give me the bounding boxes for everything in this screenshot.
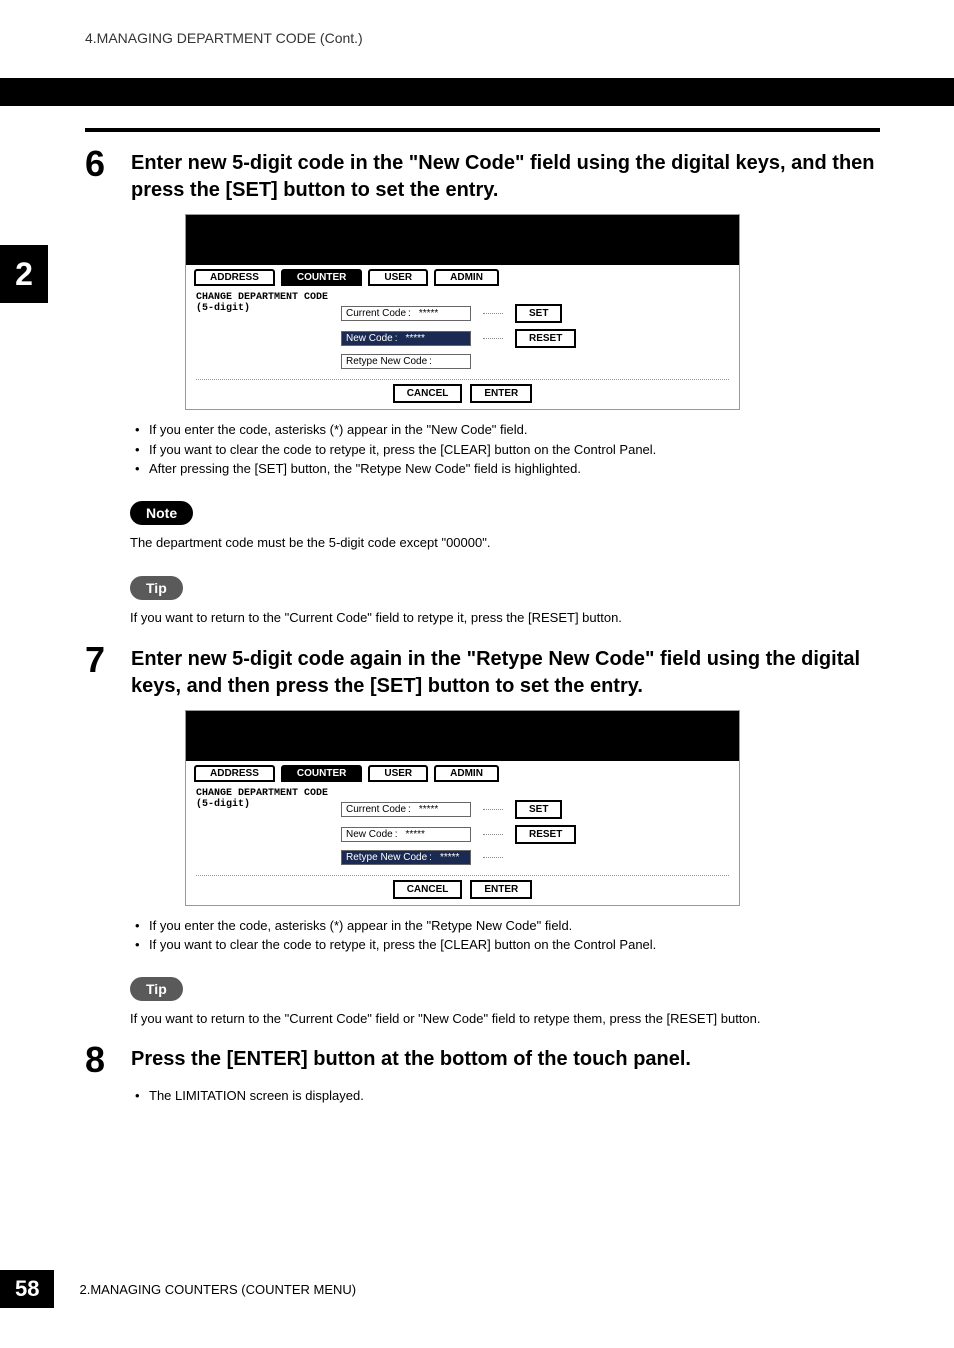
ui-tabs: ADDRESS COUNTER USER ADMIN: [186, 761, 739, 782]
enter-button[interactable]: ENTER: [470, 880, 532, 899]
tab-counter[interactable]: COUNTER: [281, 269, 362, 286]
ui-bottom-buttons: CANCEL ENTER: [196, 875, 729, 903]
tab-address[interactable]: ADDRESS: [194, 269, 275, 286]
step-number: 8: [85, 1042, 113, 1078]
page-content: 6 Enter new 5-digit code in the "New Cod…: [85, 128, 880, 1118]
enter-button[interactable]: ENTER: [470, 384, 532, 403]
new-code-field[interactable]: New Code:*****: [341, 331, 471, 346]
row-current: Current Code:***** SET: [341, 304, 729, 323]
field-label: New Code: [346, 333, 393, 344]
bullet: The LIMITATION screen is displayed.: [135, 1086, 880, 1106]
ui-body: CHANGE DEPARTMENT CODE (5-digit) Current…: [186, 286, 739, 409]
step-8: 8 Press the [ENTER] button at the bottom…: [85, 1042, 880, 1078]
field-label: Current Code: [346, 804, 406, 815]
row-new: New Code:***** RESET: [341, 825, 729, 844]
ui-bottom-buttons: CANCEL ENTER: [196, 379, 729, 407]
step-title: Press the [ENTER] button at the bottom o…: [131, 1042, 691, 1078]
tip-label: Tip: [146, 981, 167, 997]
step6-bullets: If you enter the code, asterisks (*) app…: [135, 420, 880, 479]
cancel-button[interactable]: CANCEL: [393, 384, 463, 403]
field-label: Retype New Code: [346, 852, 427, 863]
ui-rows: Current Code:***** SET New Code:***** RE…: [341, 304, 729, 369]
tip-pill: Tip: [130, 977, 183, 1001]
tab-counter[interactable]: COUNTER: [281, 765, 362, 782]
note-label: Note: [146, 505, 177, 521]
chapter-tab: 2: [0, 245, 48, 303]
field-value: *****: [399, 829, 466, 840]
tip-text: If you want to return to the "Current Co…: [130, 1009, 880, 1029]
bullet: If you enter the code, asterisks (*) app…: [135, 420, 880, 440]
row-current: Current Code:***** SET: [341, 800, 729, 819]
row-retype: Retype New Code:: [341, 354, 729, 369]
current-code-field[interactable]: Current Code:*****: [341, 306, 471, 321]
step-6: 6 Enter new 5-digit code in the "New Cod…: [85, 146, 880, 204]
new-code-field[interactable]: New Code:*****: [341, 827, 471, 842]
step-title: Enter new 5-digit code again in the "Ret…: [131, 642, 880, 700]
note-text: The department code must be the 5-digit …: [130, 533, 880, 553]
step7-bullets: If you enter the code, asterisks (*) app…: [135, 916, 880, 955]
retype-code-field[interactable]: Retype New Code:: [341, 354, 471, 369]
page-footer: 58 2.MANAGING COUNTERS (COUNTER MENU): [0, 1270, 356, 1308]
breadcrumb-text: 4.MANAGING DEPARTMENT CODE (Cont.): [85, 30, 363, 46]
reset-button[interactable]: RESET: [515, 825, 576, 844]
connector: [483, 834, 503, 835]
step-number: 6: [85, 146, 113, 204]
connector: [483, 338, 503, 339]
field-value: *****: [399, 333, 466, 344]
ui-rows: Current Code:***** SET New Code:***** RE…: [341, 800, 729, 865]
field-label: Current Code: [346, 308, 406, 319]
field-value: [434, 356, 466, 367]
field-value: *****: [413, 804, 466, 815]
bullet: If you want to clear the code to retype …: [135, 935, 880, 955]
ui-tabs: ADDRESS COUNTER USER ADMIN: [186, 265, 739, 286]
connector: [483, 857, 503, 858]
note-pill: Note: [130, 501, 193, 525]
ui-body: CHANGE DEPARTMENT CODE (5-digit) Current…: [186, 782, 739, 905]
ui-top-bar: [186, 215, 739, 265]
cancel-button[interactable]: CANCEL: [393, 880, 463, 899]
header-bar: [0, 78, 954, 106]
divider: [85, 128, 880, 132]
row-retype: Retype New Code:*****: [341, 850, 729, 865]
tab-user[interactable]: USER: [368, 269, 428, 286]
step-number: 7: [85, 642, 113, 700]
connector: [483, 313, 503, 314]
step8-bullets: The LIMITATION screen is displayed.: [135, 1086, 880, 1106]
bullet: If you enter the code, asterisks (*) app…: [135, 916, 880, 936]
ui-screenshot-7: ADDRESS COUNTER USER ADMIN CHANGE DEPART…: [185, 710, 740, 906]
ui-title: CHANGE DEPARTMENT CODE: [196, 788, 729, 799]
tip-pill: Tip: [130, 576, 183, 600]
set-button[interactable]: SET: [515, 304, 562, 323]
field-value: *****: [434, 852, 466, 863]
retype-code-field[interactable]: Retype New Code:*****: [341, 850, 471, 865]
field-label: New Code: [346, 829, 393, 840]
current-code-field[interactable]: Current Code:*****: [341, 802, 471, 817]
ui-screenshot-6: ADDRESS COUNTER USER ADMIN CHANGE DEPART…: [185, 214, 740, 410]
connector: [483, 809, 503, 810]
set-button[interactable]: SET: [515, 800, 562, 819]
tab-user[interactable]: USER: [368, 765, 428, 782]
bullet: After pressing the [SET] button, the "Re…: [135, 459, 880, 479]
ui-title: CHANGE DEPARTMENT CODE: [196, 292, 729, 303]
tab-admin[interactable]: ADMIN: [434, 269, 499, 286]
ui-top-bar: [186, 711, 739, 761]
page-number: 58: [0, 1270, 54, 1308]
page-header: 4.MANAGING DEPARTMENT CODE (Cont.): [0, 0, 954, 46]
step-7: 7 Enter new 5-digit code again in the "R…: [85, 642, 880, 700]
tab-admin[interactable]: ADMIN: [434, 765, 499, 782]
row-new: New Code:***** RESET: [341, 329, 729, 348]
step-title: Enter new 5-digit code in the "New Code"…: [131, 146, 880, 204]
field-value: *****: [413, 308, 466, 319]
tip-label: Tip: [146, 580, 167, 596]
field-label: Retype New Code: [346, 356, 427, 367]
footer-text: 2.MANAGING COUNTERS (COUNTER MENU): [79, 1282, 356, 1297]
tab-address[interactable]: ADDRESS: [194, 765, 275, 782]
chapter-number: 2: [15, 256, 33, 293]
bullet: If you want to clear the code to retype …: [135, 440, 880, 460]
reset-button[interactable]: RESET: [515, 329, 576, 348]
tip-text: If you want to return to the "Current Co…: [130, 608, 880, 628]
